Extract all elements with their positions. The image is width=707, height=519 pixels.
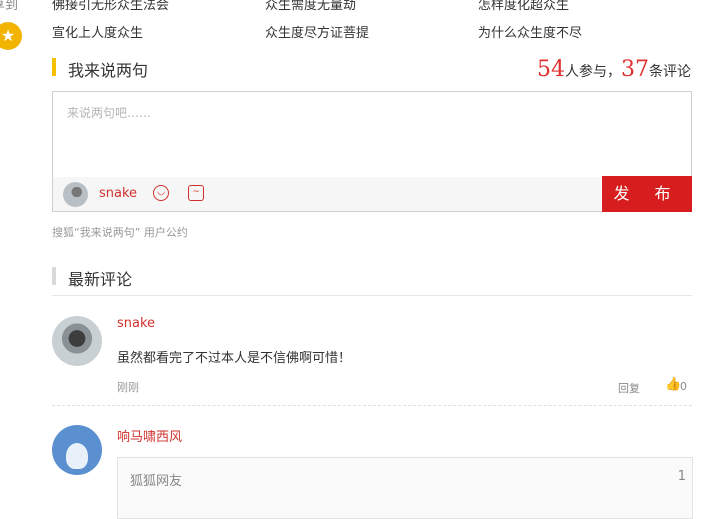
quoted-username[interactable]: 狐狐网友 xyxy=(130,470,182,489)
emoji-icon[interactable]: ◡ xyxy=(153,185,169,201)
comment-username[interactable]: snake xyxy=(117,316,155,331)
participant-count: 54 xyxy=(537,57,565,82)
comment-stats: 54人参与，37条评论 xyxy=(537,57,691,82)
related-link[interactable]: 宣化上人度众生 xyxy=(52,22,143,41)
comment-separator xyxy=(52,405,692,406)
current-username[interactable]: snake xyxy=(99,186,137,201)
reply-button[interactable]: 回复 xyxy=(618,380,640,396)
avatar[interactable] xyxy=(52,425,102,475)
participant-label: 人参与， xyxy=(565,64,621,80)
comment-time: 刚刚 xyxy=(117,381,139,394)
editor-footer: snake ◡ ~ xyxy=(53,177,601,211)
publish-button[interactable]: 发 布 xyxy=(602,176,692,212)
related-link[interactable]: 怎样度化超众生 xyxy=(478,0,569,13)
comment-text: 虽然都看完了不过本人是不信佛啊可惜！ xyxy=(117,351,352,366)
divider xyxy=(52,295,692,296)
related-link[interactable]: 佛接引无形众生法会 xyxy=(52,0,169,13)
quoted-comment: 狐狐网友 1 xyxy=(117,457,693,519)
comment-input-placeholder[interactable]: 来说两句吧…… xyxy=(67,104,151,121)
avatar[interactable] xyxy=(52,316,102,366)
comment-editor[interactable]: 来说两句吧…… snake ◡ ~ 发 布 xyxy=(52,91,692,212)
comment-section-title: 我来说两句 xyxy=(68,61,149,80)
star-icon[interactable]: ★ xyxy=(0,22,22,50)
thumbs-up-icon[interactable]: 👍 xyxy=(665,377,681,392)
section-marker xyxy=(52,58,56,76)
avatar[interactable] xyxy=(63,182,88,207)
image-icon[interactable]: ~ xyxy=(188,185,204,201)
like-count: 0 xyxy=(680,380,687,393)
share-label: 享到 xyxy=(0,0,19,13)
comment-count-label: 条评论 xyxy=(649,64,691,80)
floor-number: 1 xyxy=(677,469,686,484)
latest-comments-title: 最新评论 xyxy=(68,270,133,289)
comment-username[interactable]: 响马啸西风 xyxy=(117,426,182,445)
related-link[interactable]: 众生需度无量劫 xyxy=(265,0,356,13)
section-marker xyxy=(52,267,56,285)
related-link[interactable]: 为什么众生度不尽 xyxy=(478,22,582,41)
user-agreement-link[interactable]: 搜狐“我来说两句” 用户公约 xyxy=(52,224,188,240)
comment-count: 37 xyxy=(621,57,649,82)
related-link[interactable]: 众生度尽方证菩提 xyxy=(265,22,369,41)
